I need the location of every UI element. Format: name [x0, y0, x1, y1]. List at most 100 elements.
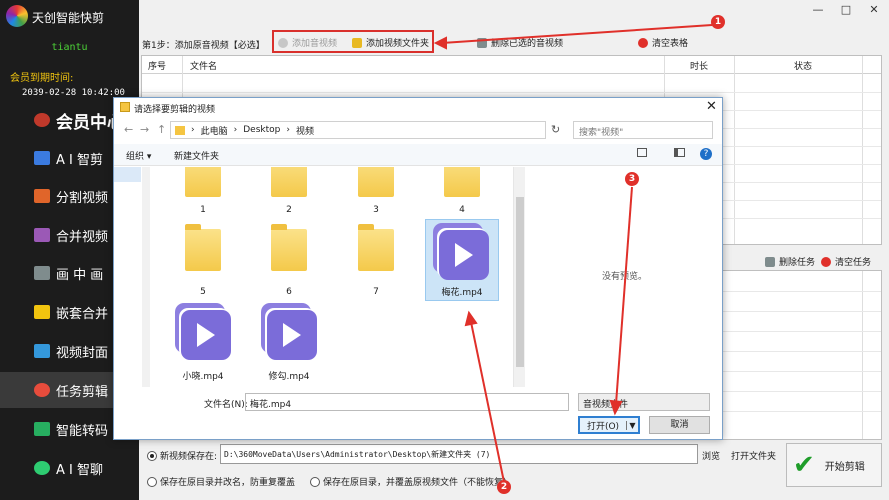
cancel-button[interactable]: 取消: [649, 416, 710, 434]
sidebar-item-label: 任务剪辑: [56, 384, 109, 400]
forward-arrow-icon[interactable]: →: [140, 123, 149, 136]
preview-pane-icon[interactable]: [674, 148, 685, 157]
folder-icon: [185, 224, 221, 271]
sidebar-item-label: 合并视频: [56, 229, 109, 245]
save-new-radio[interactable]: 新视频保存在:: [147, 449, 217, 462]
maximize-button[interactable]: □: [836, 3, 856, 19]
video-name: 小晓.mp4: [182, 372, 224, 382]
search-input[interactable]: 搜索"视频": [573, 121, 713, 139]
video-file-icon: [433, 223, 489, 281]
address-bar[interactable]: › 此电脑 › Desktop › 视频: [170, 121, 546, 139]
new-folder-button[interactable]: 新建文件夹: [174, 149, 219, 162]
save-path-input[interactable]: D:\360MoveData\Users\Administrator\Deskt…: [220, 444, 698, 464]
clear-icon: [821, 256, 831, 267]
delete-icon: [765, 256, 775, 267]
video-item[interactable]: 修勾.mp4: [249, 301, 329, 382]
col-index: 序号: [148, 62, 167, 72]
annotation-arrowhead: [433, 36, 447, 50]
minimize-button[interactable]: —: [808, 3, 828, 19]
start-edit-label: 开始剪辑: [824, 461, 865, 473]
folder-item[interactable]: 5: [163, 224, 243, 309]
help-icon[interactable]: ?: [700, 148, 712, 160]
annotation-badge-2: 2: [497, 480, 511, 494]
ai-chat-icon: [34, 461, 50, 475]
back-arrow-icon[interactable]: ←: [124, 123, 133, 136]
folder-item[interactable]: 6: [249, 224, 329, 309]
sidebar-item-ai-chat[interactable]: A I 智聊: [0, 450, 139, 486]
transcode-icon: [34, 422, 50, 436]
folder-icon: [185, 167, 221, 197]
video-file-icon: [261, 303, 317, 361]
open-folder-button[interactable]: 打开文件夹: [731, 449, 776, 462]
browse-button[interactable]: 浏览: [702, 449, 720, 462]
folder-icon: [271, 224, 307, 271]
annotation-badge-3: 3: [625, 172, 639, 186]
breadcrumb-this-pc[interactable]: 此电脑: [201, 124, 228, 137]
delete-selected-button[interactable]: 删除已选的音视频: [477, 36, 563, 49]
close-button[interactable]: ✕: [864, 3, 884, 19]
organize-menu[interactable]: 组织 ▾: [126, 149, 151, 162]
expiry-label: 会员到期时间:: [10, 73, 74, 84]
dialog-close-icon[interactable]: ✕: [706, 99, 717, 114]
dialog-folder-icon: [120, 102, 130, 112]
folder-name: 2: [286, 205, 292, 215]
video-item[interactable]: 小晓.mp4: [163, 301, 243, 382]
filename-input[interactable]: 梅花.mp4: [245, 393, 569, 411]
chevron-icon: ›: [286, 125, 290, 135]
folder-name: 4: [459, 205, 465, 215]
merge-icon: [34, 228, 50, 242]
filename-label: 文件名(N):: [204, 400, 248, 410]
dialog-title: 请选择要剪辑的视频: [134, 105, 216, 115]
delete-selected-label: 删除已选的音视频: [491, 39, 564, 49]
filetype-select[interactable]: 音视频文件: [578, 393, 710, 411]
chevron-down-icon[interactable]: ▼: [626, 420, 638, 430]
folder-name: 3: [373, 205, 379, 215]
video-name: 梅花.mp4: [441, 288, 483, 298]
save-overwrite-label: 保存在原目录，并覆盖原视频文件（不能恢复）: [323, 478, 513, 488]
task-icon: [34, 383, 50, 397]
member-icon: [34, 113, 50, 127]
nav-scrollbar[interactable]: [142, 167, 150, 387]
clear-tasks-button[interactable]: 清空任务: [821, 255, 871, 268]
step1-label: 第1步：添加原音视频【必选】: [142, 41, 265, 51]
save-overwrite-radio[interactable]: 保存在原目录，并覆盖原视频文件（不能恢复）: [310, 475, 512, 488]
delete-task-button[interactable]: 删除任务: [765, 255, 815, 268]
file-grid[interactable]: 1 2 3 4 5 6 7 梅花.mp4 小晓.mp4 修勾.mp4: [151, 167, 513, 387]
expiry-date: 2039-02-28 10:42:00: [22, 88, 125, 98]
navigation-pane[interactable]: [114, 167, 150, 387]
save-rename-radio[interactable]: 保存在原目录并改名，防重复覆盖: [147, 475, 295, 488]
video-item-selected[interactable]: 梅花.mp4: [425, 219, 507, 301]
annotation-badge-1: 1: [711, 15, 725, 29]
folder-icon: [444, 167, 480, 197]
column-divider: [862, 271, 863, 439]
delete-task-label: 删除任务: [779, 258, 816, 268]
file-open-dialog: 请选择要剪辑的视频 ✕ ← → ↑ › 此电脑 › Desktop › 视频 ↻…: [113, 97, 723, 440]
column-divider: [862, 56, 863, 244]
start-edit-button[interactable]: ✔ 开始剪辑: [786, 443, 882, 487]
breadcrumb-videos[interactable]: 视频: [296, 124, 314, 137]
chevron-icon: ›: [233, 125, 238, 135]
open-button[interactable]: 打开(O) ▼: [578, 416, 640, 434]
clear-table-button[interactable]: 清空表格: [638, 36, 688, 49]
video-name: 修勾.mp4: [268, 372, 310, 382]
folder-name: 7: [373, 287, 379, 297]
file-grid-scrollbar[interactable]: [513, 167, 525, 387]
folder-item[interactable]: 7: [336, 224, 416, 309]
dialog-toolbar: 组织 ▾ 新建文件夹 ?: [114, 144, 722, 166]
sidebar-item-label: 视频封面: [56, 345, 109, 361]
no-preview-text: 没有预览。: [602, 272, 648, 282]
folder-icon: [358, 224, 394, 271]
save-new-label: 新视频保存在:: [160, 452, 218, 462]
delete-icon: [477, 37, 487, 48]
folder-name: 6: [286, 287, 292, 297]
scrollbar-thumb[interactable]: [516, 197, 524, 367]
refresh-icon[interactable]: ↻: [551, 123, 560, 136]
folder-icon: [175, 125, 185, 135]
sidebar-item-label: A I 智聊: [56, 462, 103, 478]
sidebar-item-label: 嵌套合并: [56, 306, 109, 322]
breadcrumb-desktop[interactable]: Desktop: [243, 125, 280, 135]
up-arrow-icon[interactable]: ↑: [157, 123, 166, 136]
view-icon[interactable]: [637, 148, 647, 157]
sidebar-item-label: 画 中 画: [56, 267, 104, 283]
nav-selected-item[interactable]: [114, 167, 141, 182]
